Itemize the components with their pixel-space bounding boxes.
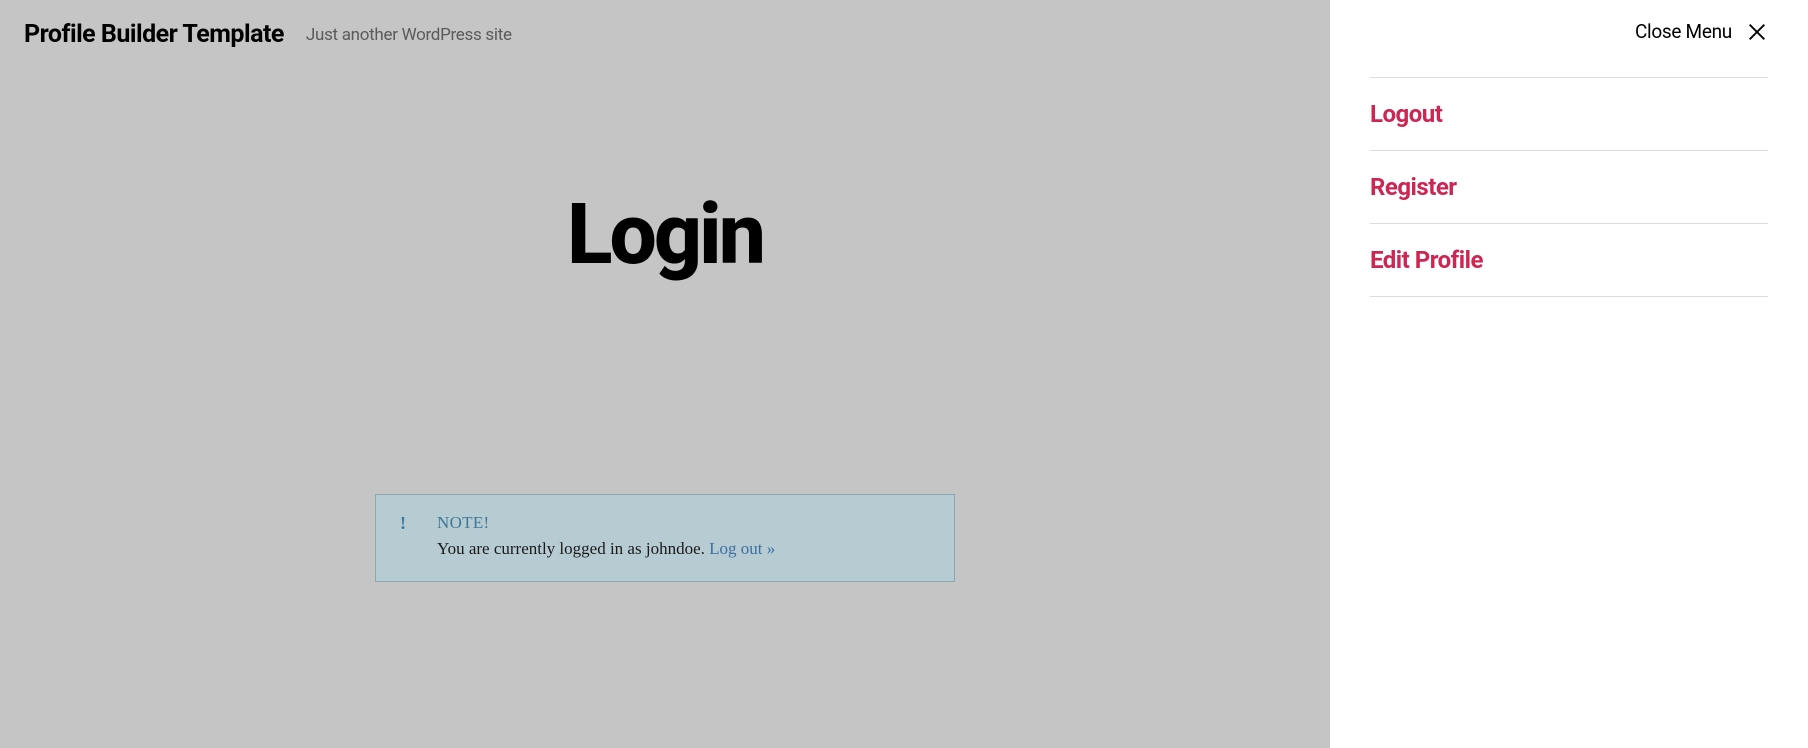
close-menu-button[interactable]: Close Menu xyxy=(1370,20,1768,43)
site-title[interactable]: Profile Builder Template xyxy=(24,20,284,49)
site-tagline: Just another WordPress site xyxy=(306,25,512,45)
note-label: NOTE! xyxy=(437,513,934,533)
header-bar: Profile Builder Template Just another Wo… xyxy=(0,0,1330,69)
login-note-box: ! NOTE! You are currently logged in as j… xyxy=(375,494,955,582)
side-menu: Close Menu Logout Register Edit Profile xyxy=(1330,0,1808,748)
close-icon xyxy=(1746,21,1768,43)
note-message: You are currently logged in as johndoe. xyxy=(437,539,709,558)
menu-item-register[interactable]: Register xyxy=(1370,151,1768,224)
note-text: You are currently logged in as johndoe. … xyxy=(437,539,934,559)
menu-item-logout[interactable]: Logout xyxy=(1370,78,1768,151)
menu-item-edit-profile[interactable]: Edit Profile xyxy=(1370,224,1768,297)
logout-link[interactable]: Log out » xyxy=(709,539,775,558)
menu-link-edit-profile[interactable]: Edit Profile xyxy=(1370,246,1483,274)
close-menu-label: Close Menu xyxy=(1635,20,1732,43)
info-icon: ! xyxy=(400,513,406,534)
menu-list: Logout Register Edit Profile xyxy=(1370,77,1768,297)
menu-link-register[interactable]: Register xyxy=(1370,173,1457,201)
page-title: Login xyxy=(0,185,1330,284)
main-content: Profile Builder Template Just another Wo… xyxy=(0,0,1330,748)
menu-link-logout[interactable]: Logout xyxy=(1370,100,1442,128)
